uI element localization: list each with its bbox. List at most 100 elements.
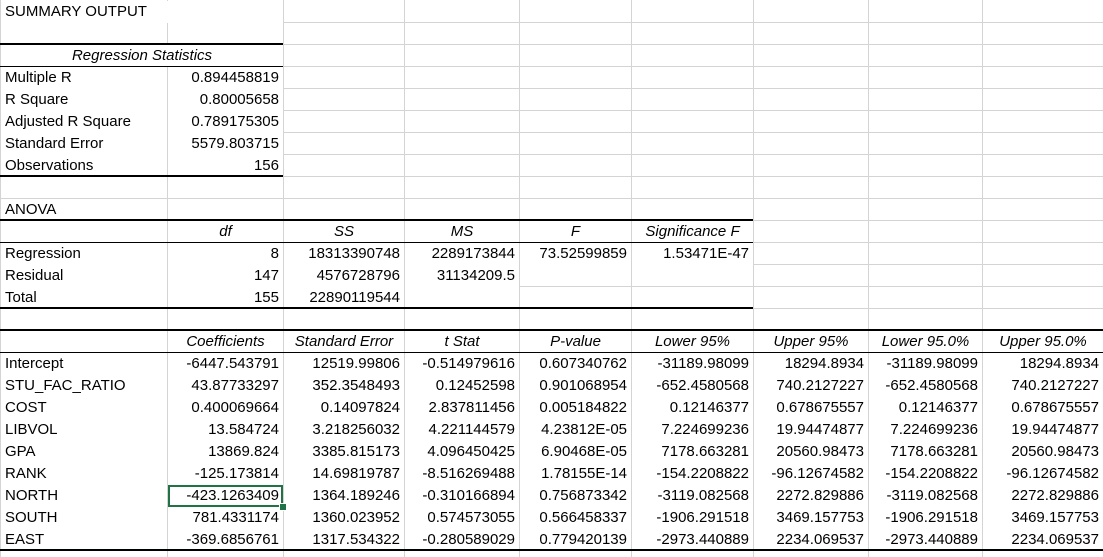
coefficient-cell[interactable]: 2234.069537 <box>754 529 868 551</box>
coefficient-cell[interactable]: -96.12674582 <box>754 463 868 485</box>
coefficient-row-label[interactable]: GPA <box>1 441 167 463</box>
stat-label[interactable]: Adjusted R Square <box>1 111 167 133</box>
coefficient-cell[interactable]: -0.514979616 <box>405 353 519 375</box>
anova-column-header[interactable]: df <box>168 221 283 243</box>
coefficients-column-header[interactable]: Standard Error <box>284 331 404 353</box>
coefficient-cell[interactable]: 740.2127227 <box>983 375 1103 397</box>
coefficient-cell[interactable]: -2973.440889 <box>869 529 982 551</box>
coefficient-cell[interactable]: 0.678675557 <box>983 397 1103 419</box>
selected-cell[interactable]: -423.1263409 <box>168 485 283 507</box>
coefficient-cell[interactable]: 0.779420139 <box>520 529 631 551</box>
coefficients-column-header[interactable]: Lower 95.0% <box>869 331 982 353</box>
coefficient-cell[interactable]: 20560.98473 <box>754 441 868 463</box>
coefficient-cell[interactable]: 1364.189246 <box>284 485 404 507</box>
coefficient-cell[interactable]: 4.221144579 <box>405 419 519 441</box>
anova-title[interactable]: ANOVA <box>1 199 167 221</box>
coefficient-cell[interactable]: 2272.829886 <box>754 485 868 507</box>
coefficient-row-label[interactable]: NORTH <box>1 485 167 507</box>
coefficient-cell[interactable]: -652.4580568 <box>869 375 982 397</box>
coefficients-column-header[interactable]: Lower 95% <box>632 331 753 353</box>
coefficient-cell[interactable]: -154.2208822 <box>869 463 982 485</box>
coefficient-cell[interactable]: 1.78155E-14 <box>520 463 631 485</box>
coefficient-cell[interactable]: 4.23812E-05 <box>520 419 631 441</box>
anova-cell[interactable]: 18313390748 <box>284 243 404 265</box>
coefficient-cell[interactable]: 3.218256032 <box>284 419 404 441</box>
coefficient-cell[interactable]: 43.87733297 <box>168 375 283 397</box>
coefficient-cell[interactable]: -3119.082568 <box>632 485 753 507</box>
summary-output-title[interactable]: SUMMARY OUTPUT <box>1 1 283 23</box>
anova-cell[interactable]: 2289173844 <box>405 243 519 265</box>
coefficient-cell[interactable]: 7.224699236 <box>632 419 753 441</box>
coefficient-cell[interactable]: 7178.663281 <box>632 441 753 463</box>
coefficients-column-header[interactable]: Upper 95% <box>754 331 868 353</box>
coefficient-cell[interactable]: 0.12146377 <box>632 397 753 419</box>
coefficients-column-header[interactable]: P-value <box>520 331 631 353</box>
coefficient-cell[interactable]: 6.90468E-05 <box>520 441 631 463</box>
coefficient-cell[interactable]: 12519.99806 <box>284 353 404 375</box>
coefficient-row-label[interactable]: EAST <box>1 529 167 551</box>
stat-label[interactable]: Observations <box>1 155 167 177</box>
coefficient-cell[interactable]: -1906.291518 <box>869 507 982 529</box>
stat-label[interactable]: R Square <box>1 89 167 111</box>
coefficient-cell[interactable]: 3469.157753 <box>983 507 1103 529</box>
coefficient-cell[interactable]: 0.400069664 <box>168 397 283 419</box>
anova-row-label[interactable]: Regression <box>1 243 167 265</box>
anova-column-header[interactable]: Significance F <box>632 221 753 243</box>
coefficient-cell[interactable]: 0.756873342 <box>520 485 631 507</box>
coefficient-cell[interactable]: 0.566458337 <box>520 507 631 529</box>
spreadsheet-grid[interactable]: SUMMARY OUTPUT Regression Statistics Multi… <box>0 0 1103 557</box>
coefficient-cell[interactable]: 20560.98473 <box>983 441 1103 463</box>
coefficient-cell[interactable]: -8.516269488 <box>405 463 519 485</box>
coefficient-row-label[interactable]: STU_FAC_RATIO <box>1 375 167 397</box>
fill-handle[interactable] <box>279 503 287 511</box>
coefficient-cell[interactable]: 0.901068954 <box>520 375 631 397</box>
coefficient-cell[interactable]: 0.14097824 <box>284 397 404 419</box>
coefficient-cell[interactable]: 18294.8934 <box>754 353 868 375</box>
coefficient-cell[interactable]: 2234.069537 <box>983 529 1103 551</box>
coefficient-cell[interactable]: 0.678675557 <box>754 397 868 419</box>
stat-value[interactable]: 156 <box>168 155 283 177</box>
coefficient-cell[interactable]: -0.310166894 <box>405 485 519 507</box>
stat-value[interactable]: 0.80005658 <box>168 89 283 111</box>
anova-cell[interactable]: 155 <box>168 287 283 309</box>
anova-row-label[interactable]: Residual <box>1 265 167 287</box>
anova-cell[interactable]: 73.52599859 <box>520 243 631 265</box>
anova-cell[interactable]: 1.53471E-47 <box>632 243 753 265</box>
coefficient-cell[interactable]: 13.584724 <box>168 419 283 441</box>
coefficient-cell[interactable]: 0.005184822 <box>520 397 631 419</box>
coefficient-cell[interactable]: 2.837811456 <box>405 397 519 419</box>
coefficient-cell[interactable]: -2973.440889 <box>632 529 753 551</box>
stat-label[interactable]: Multiple R <box>1 67 167 89</box>
coefficient-cell[interactable]: -3119.082568 <box>869 485 982 507</box>
coefficient-cell[interactable]: 3385.815173 <box>284 441 404 463</box>
coefficient-cell[interactable]: 19.94474877 <box>754 419 868 441</box>
stat-value[interactable]: 0.789175305 <box>168 111 283 133</box>
coefficient-cell[interactable]: -31189.98099 <box>869 353 982 375</box>
coefficient-cell[interactable]: -1906.291518 <box>632 507 753 529</box>
coefficient-row-label[interactable]: COST <box>1 397 167 419</box>
regression-statistics-header[interactable]: Regression Statistics <box>1 45 283 67</box>
coefficient-cell[interactable]: -6447.543791 <box>168 353 283 375</box>
anova-column-header[interactable]: F <box>520 221 631 243</box>
stat-value[interactable]: 0.894458819 <box>168 67 283 89</box>
coefficient-cell[interactable]: 14.69819787 <box>284 463 404 485</box>
anova-cell[interactable]: 22890119544 <box>284 287 404 309</box>
coefficient-row-label[interactable]: Intercept <box>1 353 167 375</box>
coefficient-cell[interactable]: 0.574573055 <box>405 507 519 529</box>
coefficient-cell[interactable]: -0.280589029 <box>405 529 519 551</box>
anova-row-label[interactable]: Total <box>1 287 167 309</box>
stat-value[interactable]: 5579.803715 <box>168 133 283 155</box>
coefficients-column-header[interactable]: t Stat <box>405 331 519 353</box>
coefficient-cell[interactable]: 3469.157753 <box>754 507 868 529</box>
anova-cell[interactable]: 4576728796 <box>284 265 404 287</box>
coefficient-cell[interactable]: 13869.824 <box>168 441 283 463</box>
coefficient-cell[interactable]: 7178.663281 <box>869 441 982 463</box>
coefficient-row-label[interactable]: RANK <box>1 463 167 485</box>
coefficient-cell[interactable]: -652.4580568 <box>632 375 753 397</box>
anova-cell[interactable]: 147 <box>168 265 283 287</box>
coefficient-cell[interactable]: -96.12674582 <box>983 463 1103 485</box>
coefficient-cell[interactable]: 781.4331174 <box>168 507 283 529</box>
anova-cell[interactable]: 31134209.5 <box>405 265 519 287</box>
coefficient-cell[interactable]: -31189.98099 <box>632 353 753 375</box>
coefficient-cell[interactable]: 19.94474877 <box>983 419 1103 441</box>
